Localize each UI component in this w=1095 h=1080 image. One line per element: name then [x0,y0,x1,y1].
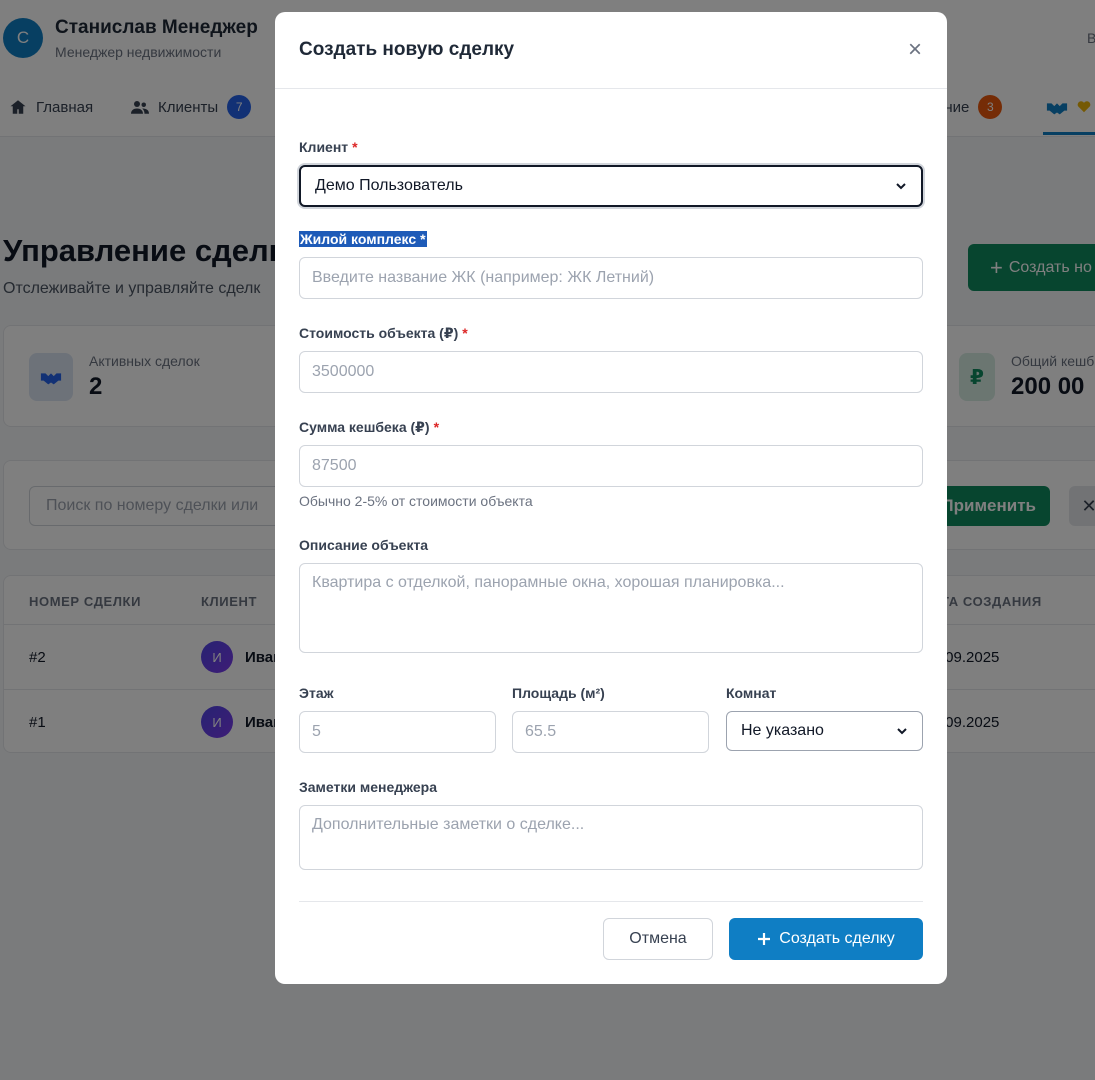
submit-label: Создать сделку [779,930,895,947]
client-select-value: Демо Пользователь [315,177,463,194]
rooms-label: Комнат [726,685,777,701]
rooms-select[interactable]: Не указано [726,711,923,751]
cancel-button[interactable]: Отмена [603,918,713,960]
cashback-label: Сумма кешбека (₽) * [299,419,440,435]
client-label: Клиент * [299,139,358,155]
create-deal-modal: Создать новую сделку × Клиент * Демо Поль… [275,12,947,984]
required-marker: * [462,325,468,341]
required-marker: * [352,139,358,155]
footer-divider [299,901,923,902]
notes-textarea[interactable] [299,805,923,870]
area-label: Площадь (м²) [512,685,605,701]
description-label: Описание объекта [299,537,429,553]
required-marker: * [433,419,440,435]
plus-icon [758,933,771,945]
chevron-down-icon [896,183,906,190]
modal-header: Создать новую сделку × [275,12,947,89]
chevron-down-icon [897,728,907,735]
price-label: Стоимость объекта (₽) * [299,325,468,341]
client-select[interactable]: Демо Пользователь [299,165,923,207]
submit-create-deal-button[interactable]: Создать сделку [729,918,923,960]
complex-input[interactable] [299,257,923,299]
floor-input[interactable] [299,711,496,753]
cashback-input[interactable] [299,445,923,487]
description-textarea[interactable] [299,563,923,653]
close-icon[interactable]: × [901,36,929,64]
area-input[interactable] [512,711,709,753]
required-marker: * [420,231,426,247]
complex-label: Жилой комплекс * [299,231,427,247]
modal-title: Создать новую сделку [299,39,515,60]
price-input[interactable] [299,351,923,393]
notes-label: Заметки менеджера [299,779,438,795]
rooms-select-value: Не указано [741,722,824,739]
cashback-hint: Обычно 2-5% от стоимости объекта [299,493,533,509]
floor-label: Этаж [299,685,334,701]
